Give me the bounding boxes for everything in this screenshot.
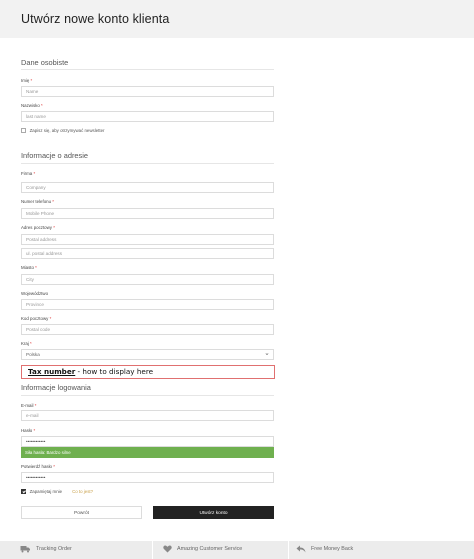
region-label: Województwo [21,291,49,296]
tax-number-note: Tax number - how to display here [21,365,275,379]
tax-number-link[interactable]: Tax number [28,367,75,376]
email-input[interactable]: e-mail [21,410,274,421]
back-button[interactable]: Powrót [21,506,142,519]
country-select[interactable]: Polska [21,349,274,360]
first-name-input[interactable]: Name [21,86,274,97]
company-label: Firma * [21,171,36,176]
section-divider [21,69,274,70]
region-input[interactable]: Province [21,299,274,310]
confirm-password-label: Potwierdź hasło * [21,464,55,469]
newsletter-label: Zapisz się, aby otrzymywać newsletter [29,128,105,133]
section-divider [21,395,274,396]
footer-item-service[interactable]: Amazing Customer Service [163,545,242,553]
postcode-input[interactable]: Postal code [21,324,274,335]
what-is-this-link[interactable]: Co to jest? [72,489,93,494]
footer-divider [152,541,153,559]
page-title: Utwórz nowe konto klienta [21,12,170,26]
newsletter-checkbox[interactable] [21,128,26,133]
password-strength-bar: Siła hasła: Bardzo silne [21,447,274,458]
city-input[interactable]: City [21,274,274,285]
postcode-label: Kod pocztowy * [21,316,52,321]
newsletter-row[interactable]: Zapisz się, aby otrzymywać newsletter [21,128,105,133]
section-divider [21,163,274,164]
footer-label: Tracking Order [36,546,72,552]
tax-number-text: - how to display here [75,367,154,376]
street-input-2[interactable]: ul. postal address [21,248,274,259]
last-name-input[interactable]: last name [21,111,274,122]
street-input-1[interactable]: Postal address [21,234,274,245]
password-label: Hasło * [21,428,36,433]
password-input[interactable]: •••••••••••• [21,436,274,447]
city-label: Miasto * [21,265,37,270]
footer-label: Free Money Back [311,546,354,552]
page-header: Utwórz nowe konto klienta [0,0,474,38]
return-arrow-icon [296,545,306,553]
footer-bar: Tracking Order Amazing Customer Service … [0,541,474,559]
footer-divider [288,541,289,559]
country-value: Polska [26,352,40,357]
create-account-button[interactable]: Utwórz konto [153,506,274,519]
remember-me-checkbox[interactable] [21,489,26,494]
chevron-down-icon [265,353,269,355]
remember-me-row[interactable]: Zapamiętaj mnie Co to jest? [21,489,93,494]
footer-item-tracking[interactable]: Tracking Order [20,545,72,553]
section-title-address: Informacje o adresie [21,151,88,160]
last-name-label: Nazwisko * [21,103,43,108]
footer-item-money-back[interactable]: Free Money Back [296,545,353,553]
confirm-password-input[interactable]: •••••••••••• [21,472,274,483]
section-title-personal: Dane osobiste [21,58,69,67]
remember-me-label: Zapamiętaj mnie [29,489,63,494]
email-label: E-mail * [21,403,37,408]
country-label: Kraj * [21,341,32,346]
company-input[interactable]: Company [21,182,274,193]
footer-label: Amazing Customer Service [177,546,243,552]
first-name-label: Imię * [21,78,33,83]
section-title-login: Informacje logowania [21,383,91,392]
truck-icon [20,546,30,553]
street-label: Adres pocztowy * [21,225,55,230]
phone-input[interactable]: Mobile Phone [21,208,274,219]
heart-icon [163,545,172,553]
phone-label: Numer telefonu * [21,199,54,204]
